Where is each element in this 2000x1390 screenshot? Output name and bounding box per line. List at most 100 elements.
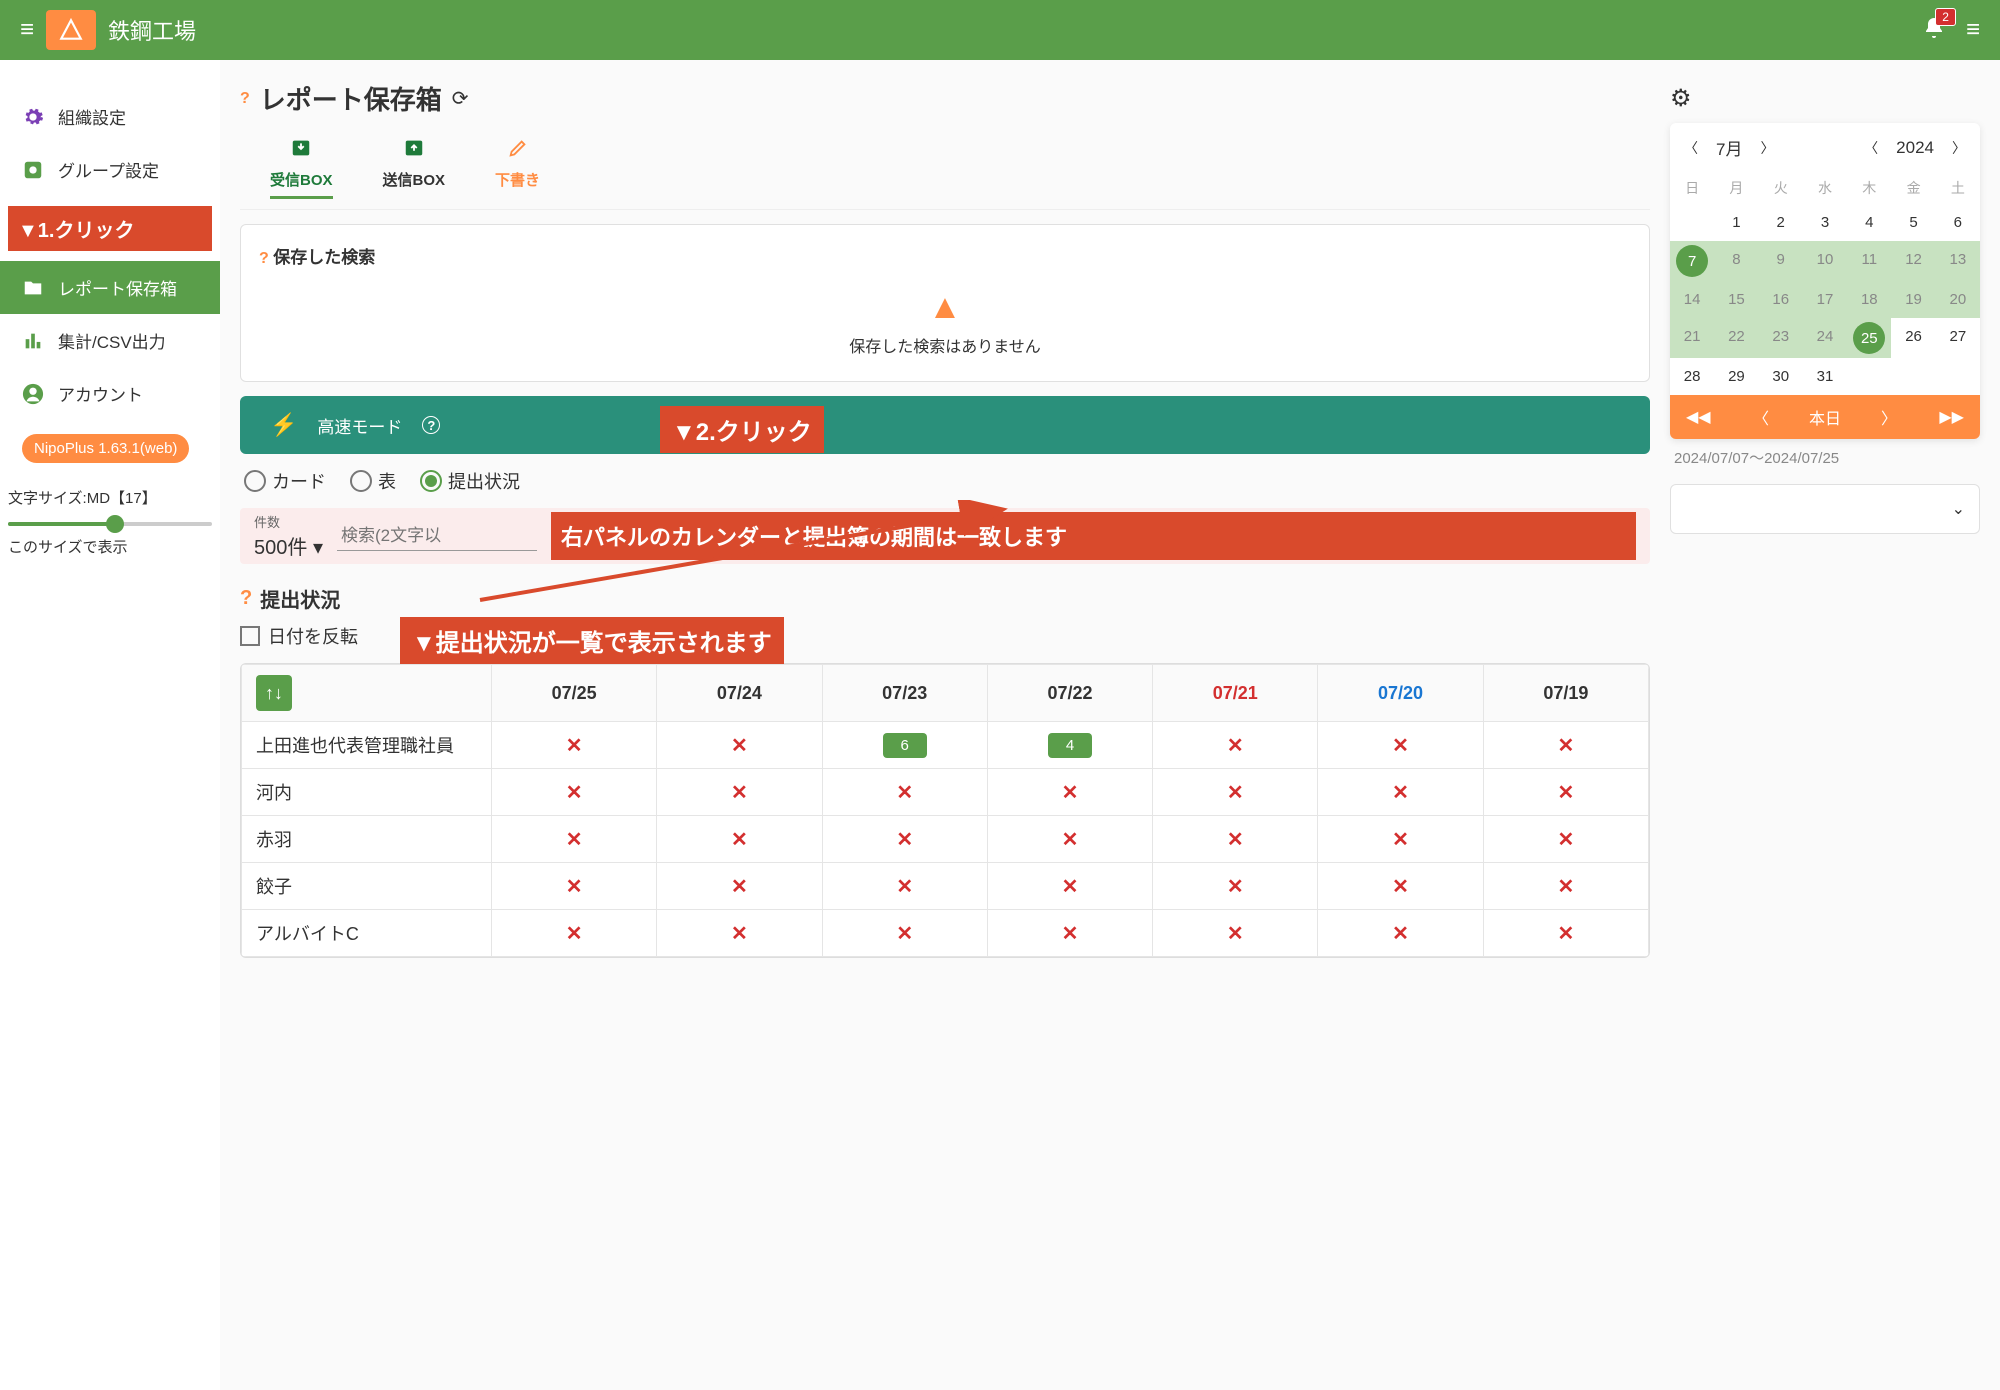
version-chip[interactable]: NipoPlus 1.63.1(web) bbox=[22, 434, 189, 463]
calendar-day[interactable]: 14 bbox=[1670, 281, 1714, 318]
calendar-day[interactable]: 1 bbox=[1714, 204, 1758, 241]
calendar-day[interactable]: 22 bbox=[1714, 318, 1758, 358]
calendar-day[interactable]: 13 bbox=[1936, 241, 1980, 281]
status-cell[interactable]: 4 bbox=[987, 722, 1152, 769]
calendar-day[interactable]: 26 bbox=[1891, 318, 1935, 358]
help-icon[interactable]: ? bbox=[240, 587, 252, 610]
status-cell[interactable]: ✕ bbox=[1318, 910, 1483, 957]
status-cell[interactable]: ✕ bbox=[1153, 769, 1318, 816]
status-cell[interactable]: ✕ bbox=[987, 910, 1152, 957]
sidebar-item-org-settings[interactable]: 組織設定 bbox=[0, 90, 220, 143]
calendar-day[interactable]: 19 bbox=[1891, 281, 1935, 318]
search-input[interactable] bbox=[337, 522, 537, 551]
settings-gear-icon[interactable]: ⚙ bbox=[1670, 85, 1692, 112]
app-logo[interactable] bbox=[46, 10, 96, 50]
today-button[interactable]: 本日 bbox=[1809, 405, 1841, 429]
status-cell[interactable]: 6 bbox=[822, 722, 987, 769]
expand-panel-toggle[interactable]: ⌄ bbox=[1670, 484, 1980, 534]
status-cell[interactable]: ✕ bbox=[492, 769, 657, 816]
status-cell[interactable]: ✕ bbox=[1318, 769, 1483, 816]
calendar-day[interactable]: 6 bbox=[1936, 204, 1980, 241]
calendar-day[interactable]: 11 bbox=[1847, 241, 1891, 281]
help-icon[interactable]: ? bbox=[240, 90, 250, 108]
calendar-day[interactable]: 28 bbox=[1670, 358, 1714, 395]
calendar-day[interactable]: 16 bbox=[1759, 281, 1803, 318]
calendar-day[interactable]: 7 bbox=[1670, 241, 1714, 281]
status-cell[interactable]: ✕ bbox=[492, 722, 657, 769]
status-cell[interactable]: ✕ bbox=[1483, 910, 1648, 957]
status-cell[interactable]: ✕ bbox=[492, 910, 657, 957]
calendar-day[interactable]: 10 bbox=[1803, 241, 1847, 281]
status-cell[interactable]: ✕ bbox=[1318, 816, 1483, 863]
view-card-radio[interactable]: カード bbox=[244, 468, 326, 494]
right-menu-icon[interactable]: ≡ bbox=[1966, 16, 1980, 44]
next-year-icon[interactable]: 〉 bbox=[1952, 138, 1966, 158]
help-icon[interactable]: ? bbox=[422, 416, 440, 434]
calendar-day[interactable]: 15 bbox=[1714, 281, 1758, 318]
calendar-day[interactable]: 31 bbox=[1803, 358, 1847, 395]
calendar-day[interactable]: 23 bbox=[1759, 318, 1803, 358]
tab-outbox[interactable]: 送信BOX bbox=[383, 137, 446, 199]
status-cell[interactable]: ✕ bbox=[822, 910, 987, 957]
status-cell[interactable]: ✕ bbox=[1483, 769, 1648, 816]
status-cell[interactable]: ✕ bbox=[822, 863, 987, 910]
calendar-day[interactable]: 18 bbox=[1847, 281, 1891, 318]
prev-month-icon[interactable]: 〈 bbox=[1684, 138, 1698, 158]
notification-bell-icon[interactable]: 2 bbox=[1922, 16, 1946, 45]
calendar-day[interactable]: 2 bbox=[1759, 204, 1803, 241]
view-table-radio[interactable]: 表 bbox=[350, 468, 396, 494]
reverse-date-checkbox[interactable] bbox=[240, 626, 260, 646]
calendar-day[interactable]: 25 bbox=[1847, 318, 1891, 358]
calendar-day[interactable]: 4 bbox=[1847, 204, 1891, 241]
tab-draft[interactable]: 下書き bbox=[495, 137, 540, 199]
status-cell[interactable]: ✕ bbox=[657, 816, 822, 863]
calendar-day[interactable]: 27 bbox=[1936, 318, 1980, 358]
status-cell[interactable]: ✕ bbox=[987, 816, 1152, 863]
count-select[interactable]: 件数 500件 ▾ bbox=[254, 512, 323, 560]
calendar-day[interactable]: 21 bbox=[1670, 318, 1714, 358]
status-cell[interactable]: ✕ bbox=[1153, 816, 1318, 863]
font-size-slider[interactable] bbox=[8, 522, 212, 526]
calendar-day[interactable]: 24 bbox=[1803, 318, 1847, 358]
status-cell[interactable]: ✕ bbox=[657, 863, 822, 910]
fast-prev-icon[interactable]: ◀◀ bbox=[1686, 407, 1711, 427]
refresh-icon[interactable]: ⟳ bbox=[452, 86, 469, 111]
status-cell[interactable]: ✕ bbox=[1318, 863, 1483, 910]
status-cell[interactable]: ✕ bbox=[987, 769, 1152, 816]
tab-inbox[interactable]: 受信BOX bbox=[270, 137, 333, 199]
calendar-day[interactable]: 20 bbox=[1936, 281, 1980, 318]
status-cell[interactable]: ✕ bbox=[1318, 722, 1483, 769]
status-cell[interactable]: ✕ bbox=[492, 816, 657, 863]
sidebar-item-csv-export[interactable]: 集計/CSV出力 bbox=[0, 314, 220, 367]
status-cell[interactable]: ✕ bbox=[822, 816, 987, 863]
calendar-day[interactable]: 30 bbox=[1759, 358, 1803, 395]
prev-year-icon[interactable]: 〈 bbox=[1864, 138, 1878, 158]
status-cell[interactable]: ✕ bbox=[1153, 863, 1318, 910]
calendar-day[interactable]: 9 bbox=[1759, 241, 1803, 281]
help-icon[interactable]: ? bbox=[259, 250, 269, 267]
prev-icon[interactable]: 〈 bbox=[1753, 405, 1769, 429]
status-cell[interactable]: ✕ bbox=[1153, 722, 1318, 769]
status-cell[interactable]: ✕ bbox=[492, 863, 657, 910]
status-cell[interactable]: ✕ bbox=[987, 863, 1152, 910]
next-icon[interactable]: 〉 bbox=[1881, 405, 1897, 429]
next-month-icon[interactable]: 〉 bbox=[1760, 138, 1774, 158]
status-cell[interactable]: ✕ bbox=[822, 769, 987, 816]
status-cell[interactable]: ✕ bbox=[657, 769, 822, 816]
calendar-day[interactable]: 3 bbox=[1803, 204, 1847, 241]
menu-icon[interactable]: ≡ bbox=[20, 16, 34, 44]
fast-next-icon[interactable]: ▶▶ bbox=[1939, 407, 1964, 427]
status-cell[interactable]: ✕ bbox=[1483, 863, 1648, 910]
status-cell[interactable]: ✕ bbox=[1483, 816, 1648, 863]
view-status-radio[interactable]: 提出状況 bbox=[420, 468, 520, 494]
sidebar-item-account[interactable]: アカウント bbox=[0, 367, 220, 420]
status-cell[interactable]: ✕ bbox=[657, 722, 822, 769]
status-cell[interactable]: ✕ bbox=[657, 910, 822, 957]
sidebar-item-group-settings[interactable]: グループ設定 bbox=[0, 143, 220, 196]
fast-mode-bar[interactable]: ⚡ 高速モード ? ▼2.クリック bbox=[240, 396, 1650, 454]
calendar-day[interactable]: 12 bbox=[1891, 241, 1935, 281]
status-cell[interactable]: ✕ bbox=[1483, 722, 1648, 769]
sidebar-item-report-box[interactable]: レポート保存箱 bbox=[0, 261, 220, 314]
calendar-day[interactable]: 17 bbox=[1803, 281, 1847, 318]
calendar-day[interactable]: 5 bbox=[1891, 204, 1935, 241]
